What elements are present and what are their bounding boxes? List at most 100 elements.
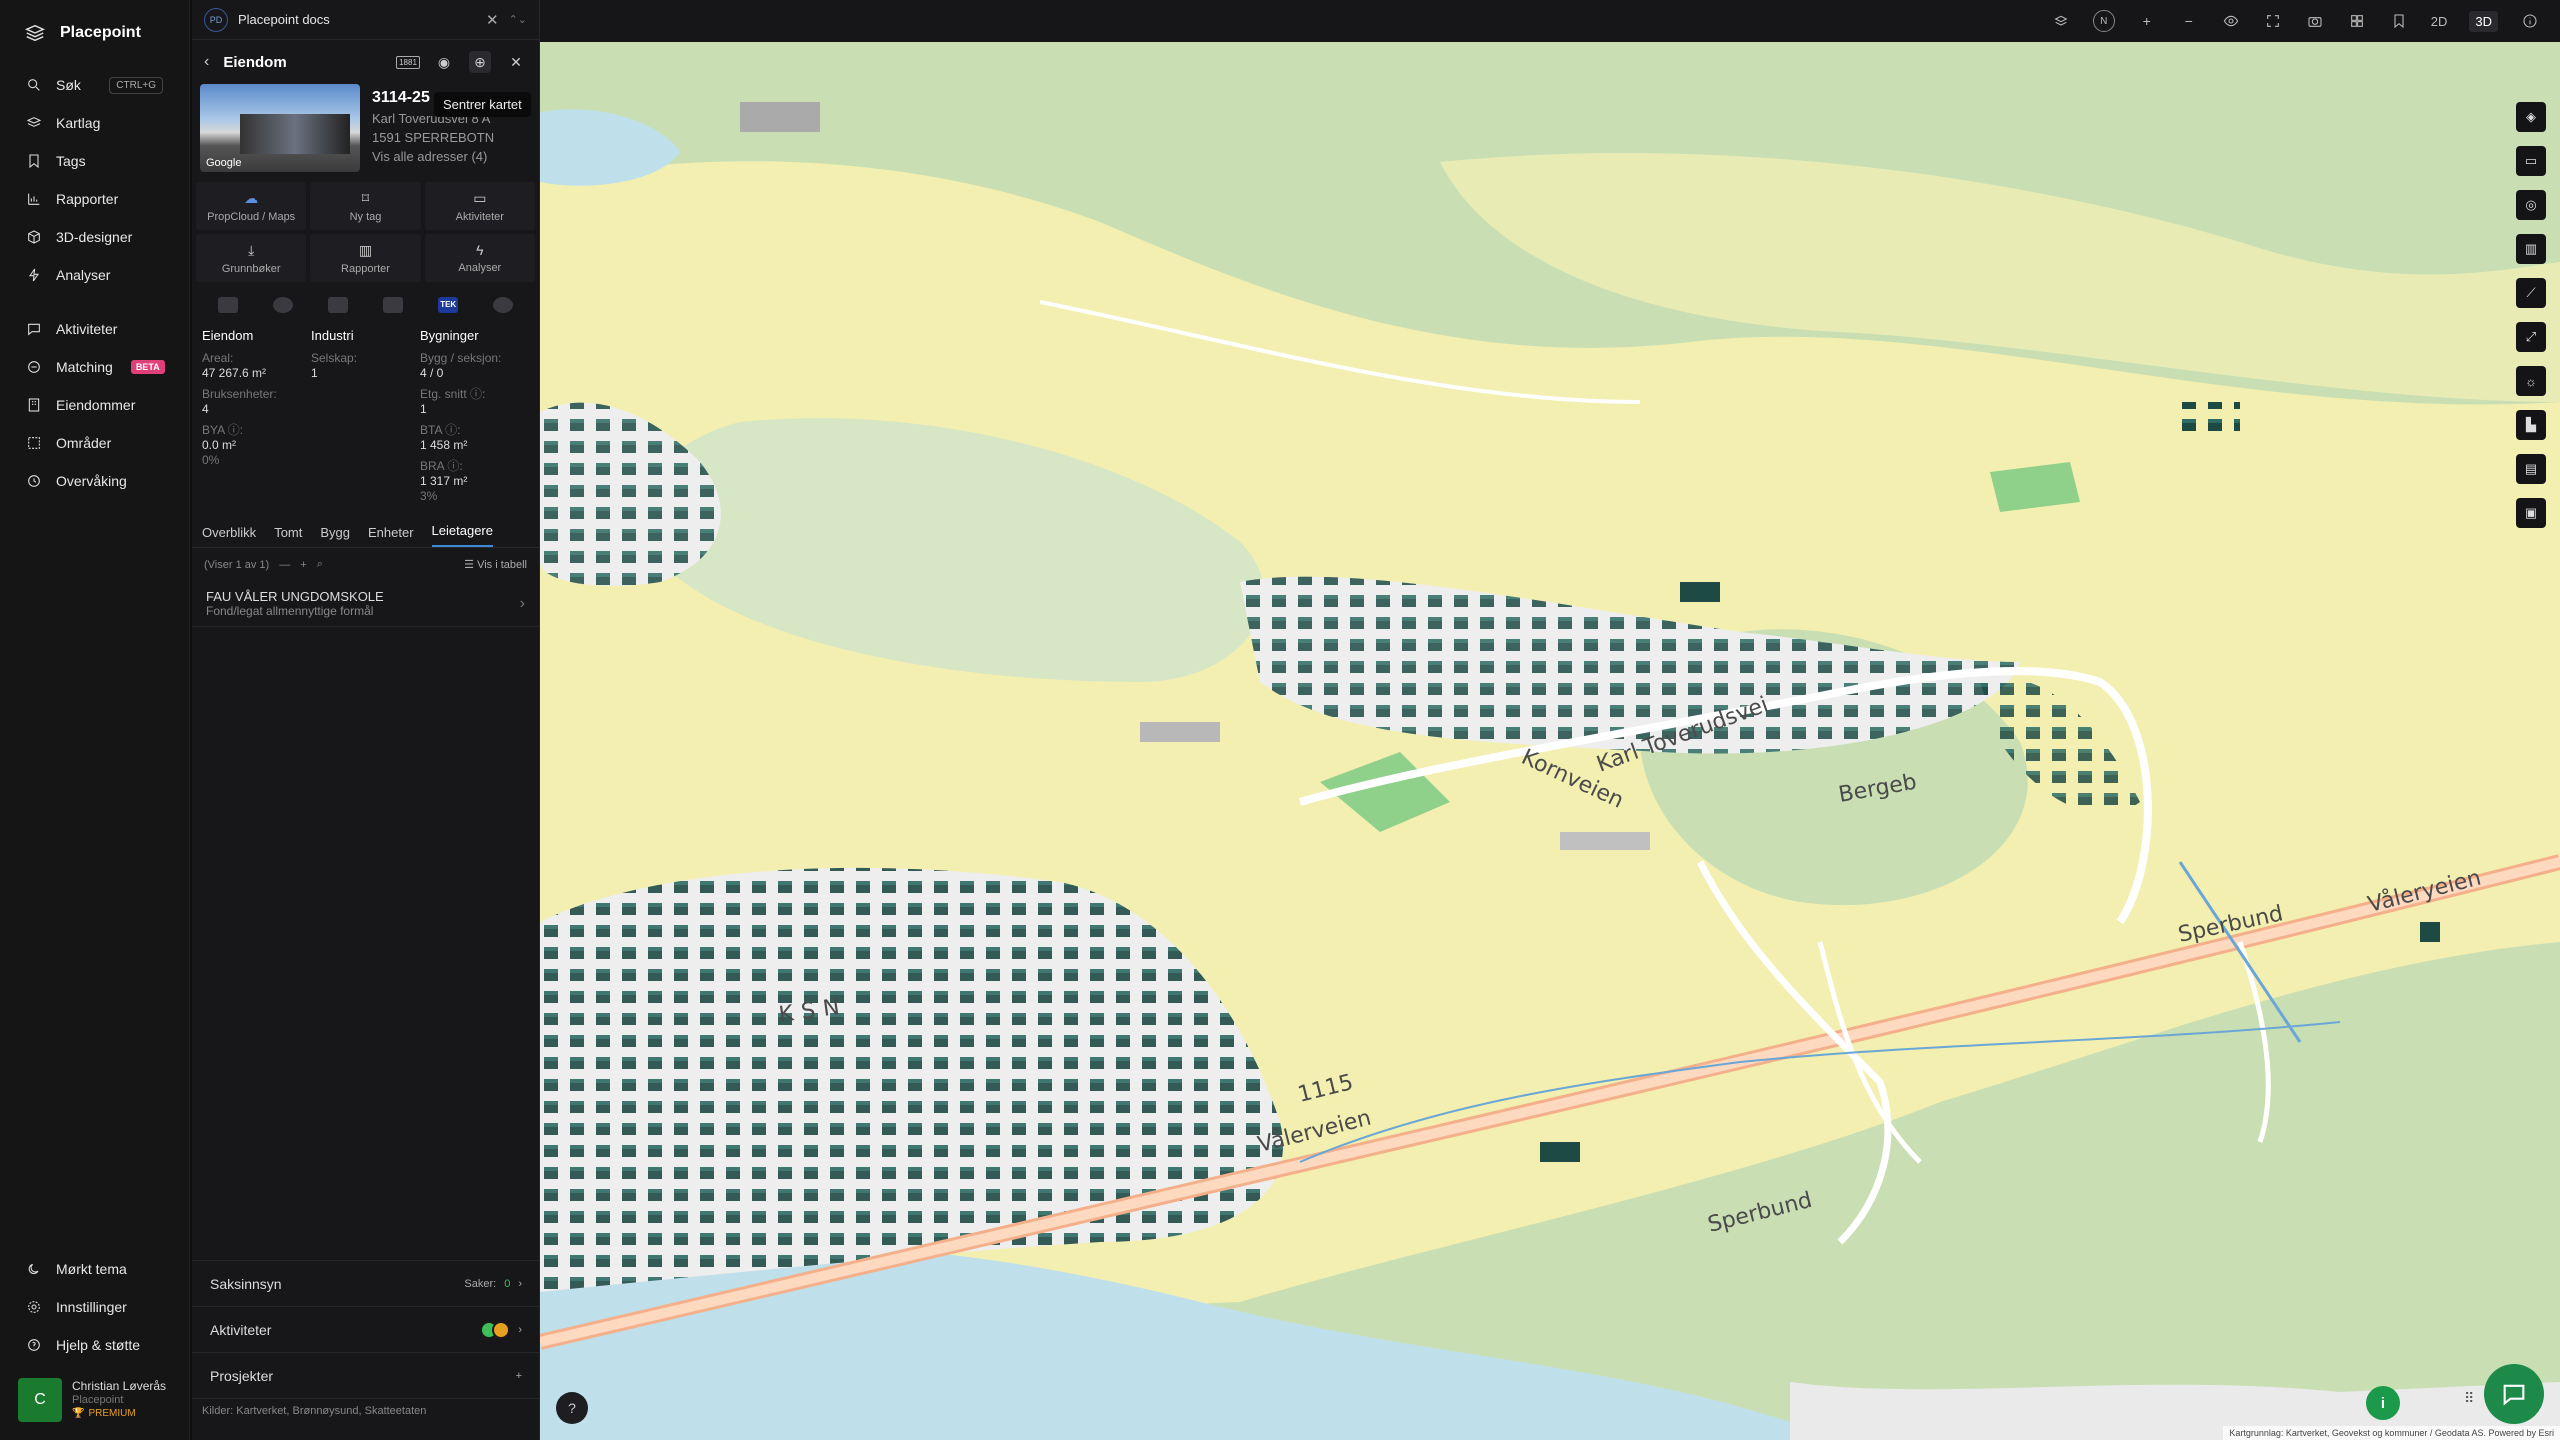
action-grunnbøker[interactable]: ⤓ Grunnbøker bbox=[196, 234, 307, 282]
eye-icon[interactable]: ◉ bbox=[433, 51, 455, 73]
shadow-icon[interactable]: ▙ bbox=[2516, 410, 2546, 440]
map-canvas[interactable]: Karl Toverudsvei Kornveien Bergeb Vålerv… bbox=[540, 42, 2560, 1440]
sidebar-item-aktiviteter[interactable]: Aktiviteter bbox=[0, 310, 189, 348]
tab-overblikk[interactable]: Overblikk bbox=[202, 525, 256, 547]
measure-icon[interactable]: ▭ bbox=[2516, 146, 2546, 176]
panel-tab[interactable]: PD Placepoint docs ✕ ⌃⌄ bbox=[192, 0, 539, 40]
license-icon-1[interactable] bbox=[217, 297, 238, 313]
export-icon[interactable]: ▣ bbox=[2516, 498, 2546, 528]
panel-header: ‹ Eiendom 1881 ◉ ⊕ ✕ bbox=[192, 40, 539, 84]
sidebar-item-3d-designer[interactable]: 3D-designer bbox=[0, 218, 189, 256]
view-icon[interactable]: ◎ bbox=[2516, 190, 2546, 220]
1881-icon[interactable]: 1881 bbox=[396, 51, 420, 73]
sidebar-item-tags[interactable]: Tags bbox=[0, 142, 189, 180]
street-photo[interactable]: Google bbox=[200, 84, 360, 172]
action-ny-tag[interactable]: ⌑ Ny tag bbox=[310, 182, 421, 230]
license-icon-2[interactable] bbox=[272, 297, 293, 313]
tenant-desc: Fond/legat allmennyttige formål bbox=[206, 604, 374, 618]
tab-leietagere[interactable]: Leietagere bbox=[431, 523, 493, 547]
user-profile[interactable]: C Christian Løverås Placepoint 🏆 PREMIUM bbox=[18, 1378, 174, 1422]
help-icon[interactable]: ? bbox=[556, 1392, 588, 1424]
sidebar-item-innstillinger[interactable]: Innstillinger bbox=[0, 1288, 190, 1326]
profile-icon[interactable]: ⟋ bbox=[2516, 278, 2546, 308]
action-aktiviteter[interactable]: ▭ Aktiviteter bbox=[424, 182, 535, 230]
tab-enheter[interactable]: Enheter bbox=[368, 525, 414, 547]
info-button[interactable]: i bbox=[2366, 1386, 2400, 1420]
grid-icon[interactable] bbox=[2347, 11, 2367, 31]
stat-value: 1 458 m² bbox=[420, 438, 468, 452]
section-prosjekter[interactable]: Prosjekter + bbox=[192, 1352, 540, 1398]
beta-badge: BETA bbox=[130, 360, 165, 374]
brand-name: Placepoint bbox=[60, 24, 141, 41]
action-analyser[interactable]: ϟ Analyser bbox=[424, 234, 535, 282]
property-stats: Eiendom Areal: 47 267.6 m² Bruksenheter:… bbox=[192, 322, 539, 510]
back-icon[interactable]: ‹ bbox=[204, 53, 209, 71]
sun-icon[interactable]: ☼ bbox=[2516, 366, 2546, 396]
avatar[interactable]: C bbox=[18, 1378, 62, 1422]
sidebar-item-kartlag[interactable]: Kartlag bbox=[0, 104, 189, 142]
action-rapporter[interactable]: ▥ Rapporter bbox=[310, 234, 421, 282]
main-sidebar: Placepoint Søk CTRL+G Kartlag Tags Rapporter… bbox=[0, 0, 190, 1440]
sidebar-item-søk[interactable]: Søk CTRL+G bbox=[0, 66, 189, 104]
saker-label: Saker: bbox=[464, 1277, 497, 1290]
add-project-icon[interactable]: + bbox=[516, 1370, 522, 1382]
action-grid: ☁ PropCloud / Maps ⌑ Ny tag ▭ Aktiviteter ⤓ Gru… bbox=[192, 176, 539, 288]
mode-2d-button[interactable]: 2D bbox=[2431, 14, 2448, 29]
bookmark-icon bbox=[26, 153, 42, 169]
close-icon[interactable]: ✕ bbox=[486, 11, 499, 29]
sidebar-item-analyser[interactable]: Analyser bbox=[0, 256, 189, 294]
brand[interactable]: Placepoint bbox=[0, 0, 189, 66]
drag-handle-icon[interactable]: ⠿ bbox=[2464, 1390, 2474, 1407]
all-addresses-link[interactable]: Vis alle adresser (4) bbox=[372, 147, 494, 166]
license-icon-3[interactable] bbox=[327, 297, 348, 313]
eye-icon[interactable] bbox=[2221, 11, 2241, 31]
chat-button[interactable] bbox=[2484, 1364, 2544, 1424]
sidebar-item-overvåking[interactable]: Overvåking bbox=[0, 462, 189, 500]
sidebar-item-områder[interactable]: Områder bbox=[0, 424, 189, 462]
fullscreen-icon[interactable] bbox=[2263, 11, 2283, 31]
sidebar-item-matching[interactable]: Matching BETA bbox=[0, 348, 189, 386]
elevation-icon[interactable]: ⤢ bbox=[2516, 322, 2546, 352]
bookmark-icon[interactable] bbox=[2389, 11, 2409, 31]
search-icon[interactable]: ⌕ bbox=[317, 558, 323, 571]
collapse-icon[interactable]: — bbox=[279, 559, 290, 571]
section-saksinnsyn[interactable]: Saksinnsyn Saker: 0 › bbox=[192, 1260, 540, 1306]
sidebar-item-mørkt-tema[interactable]: Mørkt tema bbox=[0, 1250, 190, 1288]
list-item[interactable]: FAU VÅLER UNGDOMSKOLE Fond/legat allmenny… bbox=[192, 581, 539, 627]
sidebar-item-label: Områder bbox=[56, 435, 112, 451]
action-label: Aktiviteter bbox=[455, 210, 504, 223]
tab-bygg[interactable]: Bygg bbox=[320, 525, 350, 547]
sidebar-item-hjelp-støtte[interactable]: Hjelp & støtte bbox=[0, 1326, 190, 1364]
license-icon-6[interactable] bbox=[493, 297, 514, 313]
add-icon[interactable]: + bbox=[300, 559, 306, 571]
sidebar-item-label: Analyser bbox=[56, 267, 111, 283]
layers-stack-icon[interactable] bbox=[2051, 11, 2071, 31]
mode-3d-button[interactable]: 3D bbox=[2469, 10, 2498, 32]
zoom-in-icon[interactable]: + bbox=[2137, 11, 2157, 31]
zoom-out-icon[interactable]: − bbox=[2179, 11, 2199, 31]
analysis-tool-icon[interactable]: ▤ bbox=[2516, 454, 2546, 484]
camera-icon[interactable] bbox=[2305, 11, 2325, 31]
sidebar-item-label: Tags bbox=[56, 153, 86, 169]
tek-icon[interactable]: TEK bbox=[438, 297, 459, 313]
info-icon[interactable] bbox=[2520, 11, 2540, 31]
chevron-updown-icon[interactable]: ⌃⌄ bbox=[509, 13, 527, 26]
license-icon-4[interactable] bbox=[383, 297, 404, 313]
sidebar-item-eiendommer[interactable]: Eiendommer bbox=[0, 386, 189, 424]
user-tier-label: PREMIUM bbox=[88, 1408, 136, 1419]
compass-icon[interactable]: N bbox=[2092, 10, 2115, 32]
action-propcloud-maps[interactable]: ☁ PropCloud / Maps bbox=[196, 182, 307, 230]
tab-tomt[interactable]: Tomt bbox=[274, 525, 302, 547]
close-panel-icon[interactable]: ✕ bbox=[505, 51, 527, 73]
layers-tool-icon[interactable]: ◈ bbox=[2516, 102, 2546, 132]
section-aktiviteter[interactable]: Aktiviteter › bbox=[192, 1306, 540, 1352]
panel-tab-title[interactable]: Placepoint docs bbox=[238, 12, 330, 27]
view-table-button[interactable]: ☰ Vis i tabell bbox=[464, 558, 527, 571]
sidebar-item-rapporter[interactable]: Rapporter bbox=[0, 180, 189, 218]
table-toolbar: (Viser 1 av 1) — + ⌕ ☰ Vis i tabell bbox=[192, 548, 539, 581]
bolt-icon: ϟ bbox=[476, 242, 484, 258]
result-count: (Viser 1 av 1) bbox=[204, 558, 270, 571]
chart-tool-icon[interactable]: ▥ bbox=[2516, 234, 2546, 264]
saker-count: 0 bbox=[504, 1277, 511, 1290]
center-map-icon[interactable]: ⊕ bbox=[469, 51, 491, 73]
